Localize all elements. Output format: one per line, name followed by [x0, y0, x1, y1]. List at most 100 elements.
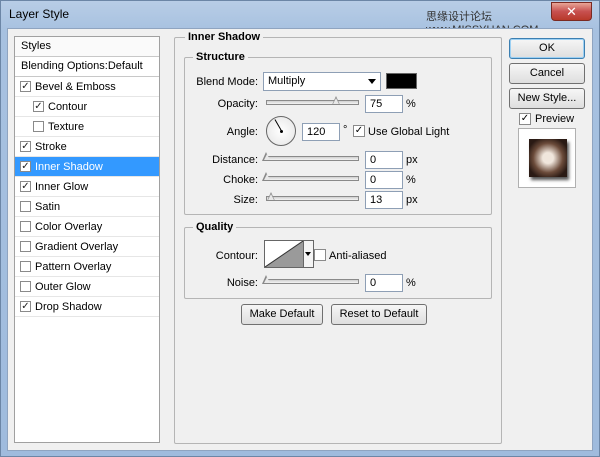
size-slider-track[interactable]	[266, 196, 359, 201]
size-input[interactable]: 13	[365, 191, 403, 209]
noise-label: Noise:	[226, 277, 258, 289]
style-item-inner-glow[interactable]: ✓ Inner Glow	[15, 177, 159, 197]
style-item-checkbox[interactable]: ✓	[20, 181, 31, 192]
angle-center-dot	[280, 130, 283, 133]
opacity-input[interactable]: 75	[365, 95, 403, 113]
preview-label: Preview	[535, 113, 575, 125]
layer-style-window: Layer Style 思缘设计论坛 www.MISSYUAN.COM ✕ St…	[0, 0, 600, 457]
preview-checkbox[interactable]: ✓	[519, 113, 531, 125]
style-item-checkbox[interactable]: ✓	[20, 81, 31, 92]
use-global-light-label: Use Global Light	[368, 126, 450, 138]
style-item-checkbox[interactable]: ✓	[20, 141, 31, 152]
style-item-checkbox[interactable]	[20, 281, 31, 292]
style-item-label: Stroke	[35, 141, 67, 153]
style-preview-box	[518, 128, 576, 188]
distance-label: Distance:	[212, 154, 258, 166]
title-bar[interactable]: Layer Style 思缘设计论坛 www.MISSYUAN.COM ✕	[1, 1, 599, 36]
style-item-inner-shadow[interactable]: ✓ Inner Shadow	[15, 157, 159, 177]
opacity-label: Opacity:	[217, 98, 258, 110]
use-global-light-checkbox[interactable]: ✓	[353, 125, 365, 137]
structure-title: Structure	[193, 51, 248, 63]
dialog-client: Styles Blending Options:Default ✓ Bevel &…	[7, 28, 593, 451]
distance-unit: px	[406, 154, 418, 166]
style-item-label: Gradient Overlay	[35, 241, 119, 253]
style-item-label: Drop Shadow	[35, 301, 102, 313]
quality-title: Quality	[193, 221, 237, 233]
reset-to-default-button[interactable]: Reset to Default	[331, 304, 427, 325]
anti-aliased-label: Anti-aliased	[329, 250, 387, 262]
style-item-label: Contour	[48, 101, 88, 113]
opacity-unit: %	[406, 98, 416, 110]
new-style-button[interactable]: New Style...	[509, 88, 585, 109]
style-item-label: Inner Glow	[35, 181, 89, 193]
style-item-label: Inner Shadow	[35, 161, 103, 173]
inner-shadow-title: Inner Shadow	[185, 31, 264, 43]
choke-slider-thumb[interactable]	[262, 172, 271, 182]
size-slider-thumb[interactable]	[266, 192, 276, 202]
style-item-pattern-overlay[interactable]: Pattern Overlay	[15, 257, 159, 277]
style-item-label: Texture	[48, 121, 85, 133]
style-item-satin[interactable]: Satin	[15, 197, 159, 217]
cancel-button[interactable]: Cancel	[509, 63, 585, 84]
angle-unit: °	[343, 124, 348, 136]
style-item-label: Outer Glow	[35, 281, 91, 293]
style-item-label: Color Overlay	[35, 221, 103, 233]
style-item-checkbox[interactable]: ✓	[20, 161, 31, 172]
chevron-down-icon	[368, 79, 376, 84]
style-item-checkbox[interactable]: ✓	[33, 101, 44, 112]
make-default-button[interactable]: Make Default	[241, 304, 323, 325]
style-item-gradient-overlay[interactable]: Gradient Overlay	[15, 237, 159, 257]
style-item-contour[interactable]: ✓ Contour	[15, 97, 159, 117]
style-item-checkbox[interactable]	[20, 221, 31, 232]
angle-dial[interactable]	[266, 116, 296, 146]
ok-button[interactable]: OK	[509, 38, 585, 59]
size-unit: px	[406, 194, 418, 206]
opacity-slider-track[interactable]	[266, 100, 359, 105]
angle-label: Angle:	[226, 126, 258, 138]
blending-options-item[interactable]: Blending Options:Default	[15, 57, 159, 77]
style-item-label: Satin	[35, 201, 61, 213]
style-item-texture[interactable]: Texture	[15, 117, 159, 137]
blend-mode-value: Multiply	[268, 75, 306, 87]
blend-mode-select[interactable]: Multiply	[263, 72, 381, 91]
opacity-slider-thumb[interactable]	[331, 96, 341, 106]
anti-aliased-checkbox[interactable]	[314, 249, 326, 261]
choke-input[interactable]: 0	[365, 171, 403, 189]
contour-dropdown-button[interactable]	[304, 240, 314, 268]
noise-input[interactable]: 0	[365, 274, 403, 292]
distance-slider-thumb[interactable]	[262, 152, 271, 162]
style-item-checkbox[interactable]	[20, 201, 31, 212]
size-label: Size:	[233, 194, 258, 206]
shadow-color-swatch[interactable]	[386, 73, 417, 89]
style-items: ✓ Bevel & Emboss ✓ Contour Texture ✓ Stroke ✓ In…	[15, 77, 159, 317]
noise-slider-track[interactable]	[266, 279, 359, 284]
style-item-checkbox[interactable]	[20, 261, 31, 272]
choke-unit: %	[406, 174, 416, 186]
blend-mode-label: Blend Mode:	[196, 76, 258, 88]
choke-label: Choke:	[223, 174, 258, 186]
style-item-bevel-emboss[interactable]: ✓ Bevel & Emboss	[15, 77, 159, 97]
style-preview-thumbnail	[529, 139, 567, 177]
style-item-drop-shadow[interactable]: ✓ Drop Shadow	[15, 297, 159, 317]
choke-slider-track[interactable]	[266, 176, 359, 181]
contour-preview[interactable]	[264, 240, 304, 268]
distance-slider-track[interactable]	[266, 156, 359, 161]
noise-slider-thumb[interactable]	[262, 275, 271, 285]
styles-header[interactable]: Styles	[15, 37, 159, 57]
noise-unit: %	[406, 277, 416, 289]
angle-input[interactable]: 120	[302, 123, 340, 141]
style-item-checkbox[interactable]: ✓	[20, 301, 31, 312]
linear-contour-icon	[264, 240, 304, 268]
distance-input[interactable]: 0	[365, 151, 403, 169]
styles-list: Styles Blending Options:Default ✓ Bevel &…	[14, 36, 160, 443]
style-item-label: Pattern Overlay	[35, 261, 112, 273]
window-title: Layer Style	[9, 7, 70, 21]
style-item-checkbox[interactable]	[20, 241, 31, 252]
close-button[interactable]: ✕	[551, 2, 592, 21]
style-item-checkbox[interactable]	[33, 121, 44, 132]
style-item-label: Bevel & Emboss	[35, 81, 116, 93]
style-item-color-overlay[interactable]: Color Overlay	[15, 217, 159, 237]
style-item-stroke[interactable]: ✓ Stroke	[15, 137, 159, 157]
style-item-outer-glow[interactable]: Outer Glow	[15, 277, 159, 297]
contour-label: Contour:	[215, 250, 258, 262]
